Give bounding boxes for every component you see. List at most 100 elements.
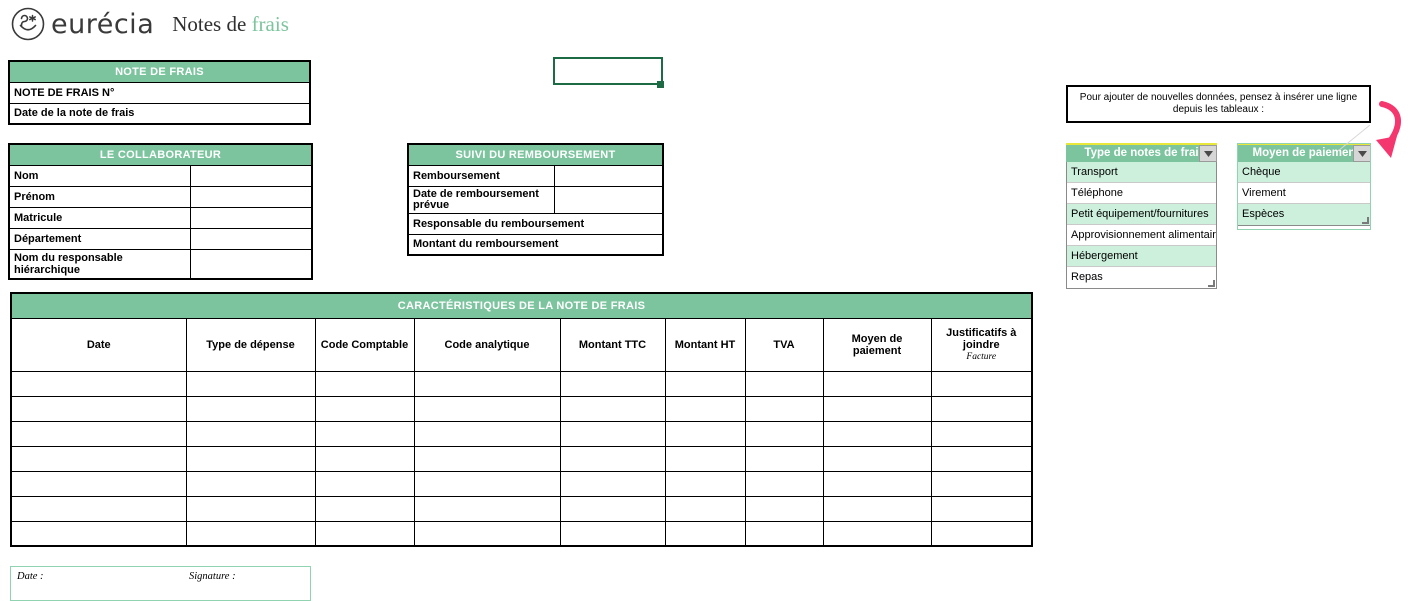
table-row: Matricule: [8, 206, 313, 229]
table-cell[interactable]: [664, 370, 746, 397]
resize-grip[interactable]: [1362, 217, 1369, 224]
table-cell[interactable]: [822, 520, 932, 547]
table-cell[interactable]: [10, 470, 187, 497]
table-cell[interactable]: [744, 370, 824, 397]
responsable-remboursement-label[interactable]: Responsable du remboursement: [407, 212, 664, 235]
table-cell[interactable]: [185, 520, 316, 547]
collaborateur-responsable-value[interactable]: [189, 248, 313, 279]
table-cell[interactable]: [314, 395, 415, 422]
table-cell[interactable]: [930, 395, 1033, 422]
table-cell[interactable]: [930, 420, 1033, 447]
selected-cell[interactable]: [553, 57, 663, 85]
dropdown-item[interactable]: Virement: [1238, 183, 1370, 204]
dropdown-item[interactable]: Hébergement: [1067, 246, 1216, 267]
table-cell[interactable]: [822, 370, 932, 397]
dropdown-item[interactable]: Espèces: [1238, 204, 1370, 225]
table-cell[interactable]: [413, 395, 561, 422]
table-cell[interactable]: [10, 420, 187, 447]
table-cell[interactable]: [930, 495, 1033, 522]
table-cell[interactable]: [185, 495, 316, 522]
table-cell[interactable]: [413, 420, 561, 447]
table-cell[interactable]: [314, 445, 415, 472]
montant-remboursement-label[interactable]: Montant du remboursement: [407, 233, 664, 256]
table-cell[interactable]: [822, 495, 932, 522]
table-cell[interactable]: [930, 445, 1033, 472]
table-cell[interactable]: [314, 470, 415, 497]
remboursement-value[interactable]: [553, 164, 664, 187]
table-cell[interactable]: [744, 420, 824, 447]
collaborateur-nom-value[interactable]: [189, 164, 313, 187]
cell-fill-handle[interactable]: [657, 81, 664, 88]
chevron-down-icon[interactable]: [1199, 145, 1217, 162]
table-cell[interactable]: [822, 395, 932, 422]
table-cell[interactable]: [930, 470, 1033, 497]
table-cell[interactable]: [314, 370, 415, 397]
table-cell[interactable]: [930, 520, 1033, 547]
table-cell[interactable]: [744, 470, 824, 497]
note-date-label[interactable]: Date de la note de frais: [8, 102, 311, 125]
table-cell[interactable]: [413, 370, 561, 397]
table-cell[interactable]: [10, 395, 187, 422]
dropdown-item[interactable]: Chèque: [1238, 162, 1370, 183]
table-cell[interactable]: [10, 495, 187, 522]
dropdown-item[interactable]: Approvisionnement alimentaire: [1067, 225, 1216, 246]
table-cell[interactable]: [185, 395, 316, 422]
table-cell[interactable]: [664, 420, 746, 447]
table-cell[interactable]: [664, 445, 746, 472]
table-cell[interactable]: [185, 445, 316, 472]
table-cell[interactable]: [185, 370, 316, 397]
dropdown-item[interactable]: Repas: [1067, 267, 1216, 288]
col-type-depense: Type de dépense: [185, 317, 316, 372]
table-cell[interactable]: [314, 420, 415, 447]
dropdown-item[interactable]: Transport: [1067, 162, 1216, 183]
dropdown-type-header[interactable]: Type de notes de frai: [1066, 143, 1217, 162]
table-cell[interactable]: [664, 520, 746, 547]
collaborateur-prenom-value[interactable]: [189, 185, 313, 208]
table-cell[interactable]: [413, 520, 561, 547]
table-cell[interactable]: [744, 445, 824, 472]
table-row: [10, 495, 1033, 522]
table-cell[interactable]: [314, 520, 415, 547]
table-cell[interactable]: [559, 370, 666, 397]
table-cell[interactable]: [413, 445, 561, 472]
table-cell[interactable]: [413, 470, 561, 497]
table-cell[interactable]: [744, 395, 824, 422]
dropdown-type-list[interactable]: Transport Téléphone Petit équipement/fourn…: [1066, 162, 1217, 289]
table-cell[interactable]: [664, 470, 746, 497]
resize-grip[interactable]: [1208, 280, 1215, 287]
table-cell[interactable]: [185, 420, 316, 447]
info-note: Pour ajouter de nouvelles données, pense…: [1066, 85, 1371, 123]
table-cell[interactable]: [10, 520, 187, 547]
table-cell[interactable]: [185, 470, 316, 497]
table-cell[interactable]: [559, 495, 666, 522]
table-cell[interactable]: [930, 370, 1033, 397]
table-cell[interactable]: [559, 395, 666, 422]
table-cell[interactable]: [744, 495, 824, 522]
table-cell[interactable]: [559, 520, 666, 547]
table-header-row: LE COLLABORATEUR: [8, 143, 313, 166]
date-remboursement-value[interactable]: [553, 185, 664, 214]
table-cell[interactable]: [559, 420, 666, 447]
note-number-label[interactable]: NOTE DE FRAIS N°: [8, 81, 311, 104]
table-cell[interactable]: [664, 495, 746, 522]
dropdown-payment-list[interactable]: Chèque Virement Espèces: [1237, 162, 1371, 226]
dropdown-item[interactable]: Téléphone: [1067, 183, 1216, 204]
table-cell[interactable]: [744, 520, 824, 547]
brand-name: eurécia: [51, 8, 155, 40]
table-cell[interactable]: [822, 470, 932, 497]
table-cell[interactable]: [413, 495, 561, 522]
table-cell[interactable]: [664, 395, 746, 422]
page-title-prefix: Notes de: [172, 11, 252, 36]
table-cell[interactable]: [822, 420, 932, 447]
table-cell[interactable]: [559, 445, 666, 472]
dropdown-moyen-de-paiement[interactable]: Moyen de paiemen Chèque Virement Espèces: [1237, 143, 1371, 226]
dropdown-type-de-notes-de-frais[interactable]: Type de notes de frai Transport Téléphone…: [1066, 143, 1217, 289]
table-cell[interactable]: [314, 495, 415, 522]
collaborateur-matricule-value[interactable]: [189, 206, 313, 229]
table-cell[interactable]: [10, 370, 187, 397]
table-cell[interactable]: [559, 470, 666, 497]
dropdown-item[interactable]: Petit équipement/fournitures: [1067, 204, 1216, 225]
table-cell[interactable]: [10, 445, 187, 472]
table-cell[interactable]: [822, 445, 932, 472]
collaborateur-departement-value[interactable]: [189, 227, 313, 250]
